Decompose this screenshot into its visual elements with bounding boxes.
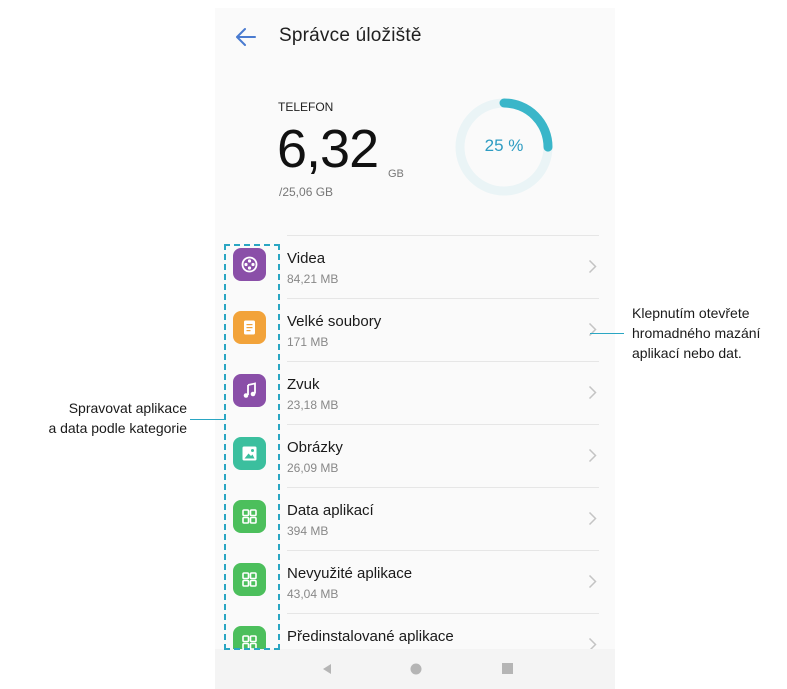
category-title: Nevyužité aplikace [287, 565, 413, 582]
callout-left-connector [190, 419, 224, 420]
category-size: 394 MB [287, 524, 329, 538]
app-header: Správce úložiště [215, 8, 615, 66]
callout-right-line-2: hromadného mazání [632, 325, 761, 341]
category-size: 26,09 MB [287, 461, 339, 475]
row-divider [287, 424, 599, 425]
callout-right-line-1: Klepnutím otevřete [632, 305, 750, 321]
category-title: Obrázky [287, 439, 343, 456]
nav-home-icon[interactable] [410, 663, 422, 675]
row-divider [287, 235, 599, 236]
storage-used-unit: GB [388, 168, 404, 180]
callout-right-line-3: aplikací nebo dat. [632, 345, 742, 361]
row-divider [287, 613, 599, 614]
nav-recent-icon[interactable] [502, 663, 513, 674]
callout-right-connector [590, 333, 624, 334]
chevron-right-icon [588, 322, 597, 337]
category-title: Velké soubory [287, 313, 382, 330]
chevron-right-icon [588, 385, 597, 400]
category-title: Předinstalované aplikace [287, 628, 454, 645]
page-title: Správce úložiště [279, 25, 422, 46]
row-divider [287, 361, 599, 362]
callout-right-text: Klepnutím otevřete hromadného mazání apl… [632, 303, 787, 363]
category-icons-highlight [224, 244, 280, 650]
chevron-right-icon [588, 448, 597, 463]
storage-usage-percent: 25 % [484, 136, 524, 155]
row-divider [287, 550, 599, 551]
category-size: 23,18 MB [287, 398, 339, 412]
category-size: 171 MB [287, 335, 329, 349]
callout-left-line-1: Spravovat aplikace [68, 400, 187, 416]
row-divider [287, 298, 599, 299]
system-navigation-bar [215, 649, 615, 689]
back-arrow-icon[interactable] [233, 24, 259, 50]
storage-used-value: 6,32 [277, 119, 379, 179]
row-divider [287, 487, 599, 488]
chevron-right-icon [588, 574, 597, 589]
category-size: 84,21 MB [287, 272, 339, 286]
category-size: 43,04 MB [287, 587, 339, 601]
category-title: Data aplikací [287, 502, 374, 519]
category-title: Videa [287, 250, 326, 267]
category-title: Zvuk [287, 376, 320, 393]
callout-left-line-2: a data podle kategorie [48, 420, 187, 436]
callout-left-text: Spravovat aplikace a data podle kategori… [0, 398, 187, 438]
chevron-right-icon [588, 259, 597, 274]
nav-back-icon[interactable] [321, 663, 333, 675]
chevron-right-icon [588, 511, 597, 526]
storage-total: /25,06 GB [279, 185, 334, 199]
storage-device-label: TELEFON [278, 100, 334, 114]
